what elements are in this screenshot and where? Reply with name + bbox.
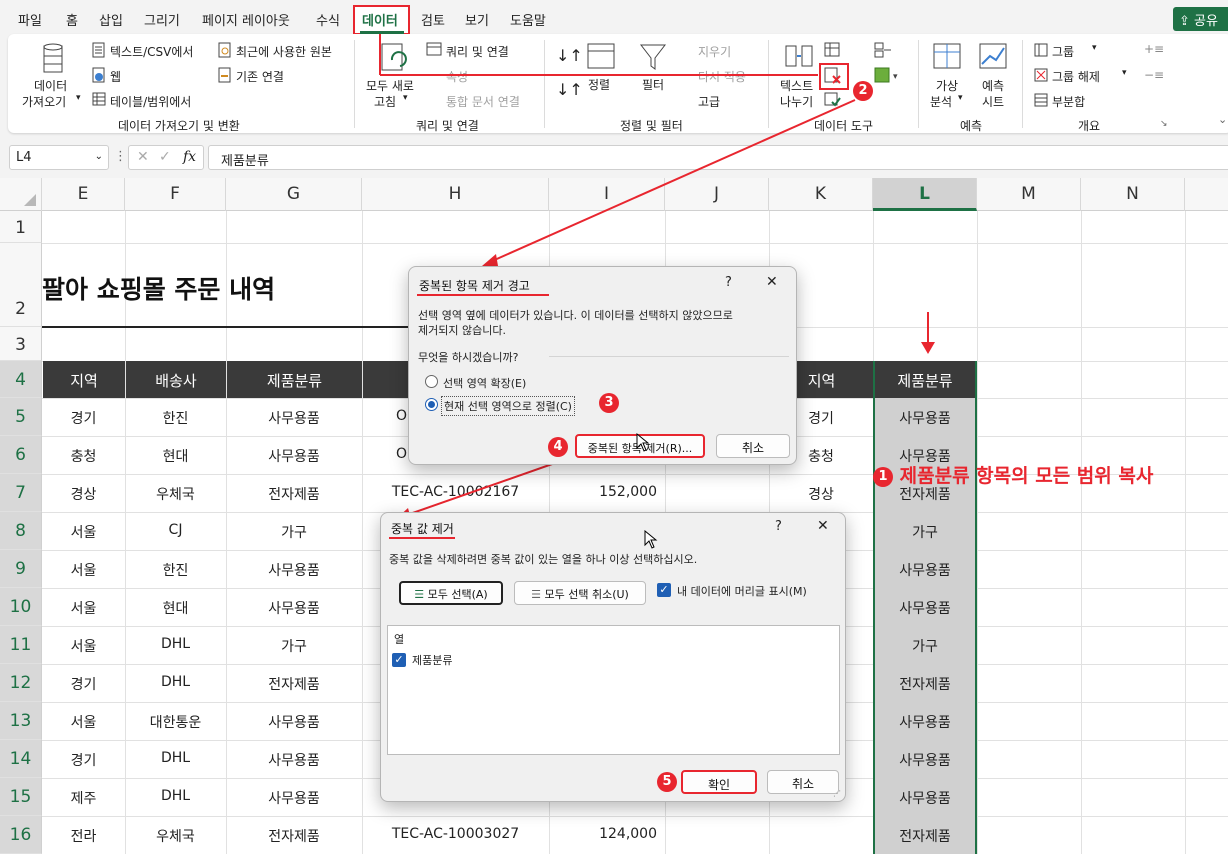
column-checkbox[interactable]: ✓ xyxy=(392,653,406,667)
help-icon[interactable]: ? xyxy=(725,275,732,290)
dialog-instruction: 중복 값을 삭제하려면 중복 값이 있는 열을 하나 이상 선택하십시오. xyxy=(389,553,698,566)
arrow-line xyxy=(403,455,576,517)
expand-selection-radio[interactable] xyxy=(425,375,438,388)
warning-message-line-1: 선택 영역 옆에 데이터가 있습니다. 이 데이터를 선택하지 않았으므로 xyxy=(418,309,733,322)
duplicate-warning-dialog: 중복된 항목 제거 경고 ? ✕ 선택 영역 옆에 데이터가 있습니다. 이 데… xyxy=(408,266,797,465)
step-3-badge: 3 xyxy=(599,393,619,413)
dialog-title: 중복 값 제거 xyxy=(391,522,454,536)
step-2-badge: 2 xyxy=(853,81,873,101)
list-header: 열 xyxy=(394,633,405,646)
dialog-title: 중복된 항목 제거 경고 xyxy=(419,279,530,293)
mouse-cursor-icon xyxy=(644,530,658,549)
current-selection-radio[interactable] xyxy=(425,398,438,411)
current-selection-label[interactable]: 현재 선택 영역으로 정렬(C) xyxy=(441,396,575,416)
warning-question: 무엇을 하시겠습니까? xyxy=(418,351,519,364)
warning-message-line-2: 제거되지 않습니다. xyxy=(418,324,506,337)
cancel-button[interactable]: 취소 xyxy=(716,434,790,458)
unselect-all-label: 모두 선택 취소(U) xyxy=(544,588,629,601)
has-headers-checkbox[interactable]: ✓ xyxy=(657,583,671,597)
close-icon[interactable]: ✕ xyxy=(766,274,778,290)
remove-duplicates-dialog: 중복 값 제거 ? ✕ 중복 값을 삭제하려면 중복 값이 있는 열을 하나 이… xyxy=(380,512,846,802)
columns-list[interactable]: 열 ✓ 제품분류 xyxy=(387,625,840,755)
arrowhead-icon xyxy=(482,254,498,266)
unselect-all-button[interactable]: ☰ 모두 선택 취소(U) xyxy=(514,581,646,605)
help-icon[interactable]: ? xyxy=(775,519,782,534)
expand-selection-label[interactable]: 선택 영역 확장(E) xyxy=(443,375,526,391)
step-4-badge: 4 xyxy=(548,437,568,457)
arrow-line xyxy=(489,99,856,263)
cancel-button[interactable]: 취소 xyxy=(767,770,839,794)
title-underline xyxy=(417,294,549,296)
ok-button[interactable]: 확인 xyxy=(681,770,757,794)
divider xyxy=(549,356,789,357)
column-label[interactable]: 제품분류 xyxy=(412,652,452,668)
title-underline xyxy=(389,537,455,539)
checklist-icon: ☰ xyxy=(414,588,425,601)
step-5-badge: 5 xyxy=(657,772,677,792)
close-icon[interactable]: ✕ xyxy=(817,518,829,534)
mouse-cursor-icon xyxy=(636,433,650,452)
select-all-button[interactable]: ☰ 모두 선택(A) xyxy=(399,581,503,605)
checklist-icon: ☰ xyxy=(531,588,541,601)
has-headers-label[interactable]: 내 데이터에 머리글 표시(M) xyxy=(677,583,807,599)
select-all-label: 모두 선택(A) xyxy=(427,588,488,601)
resize-grip-icon[interactable]: ⋰ xyxy=(833,789,841,798)
